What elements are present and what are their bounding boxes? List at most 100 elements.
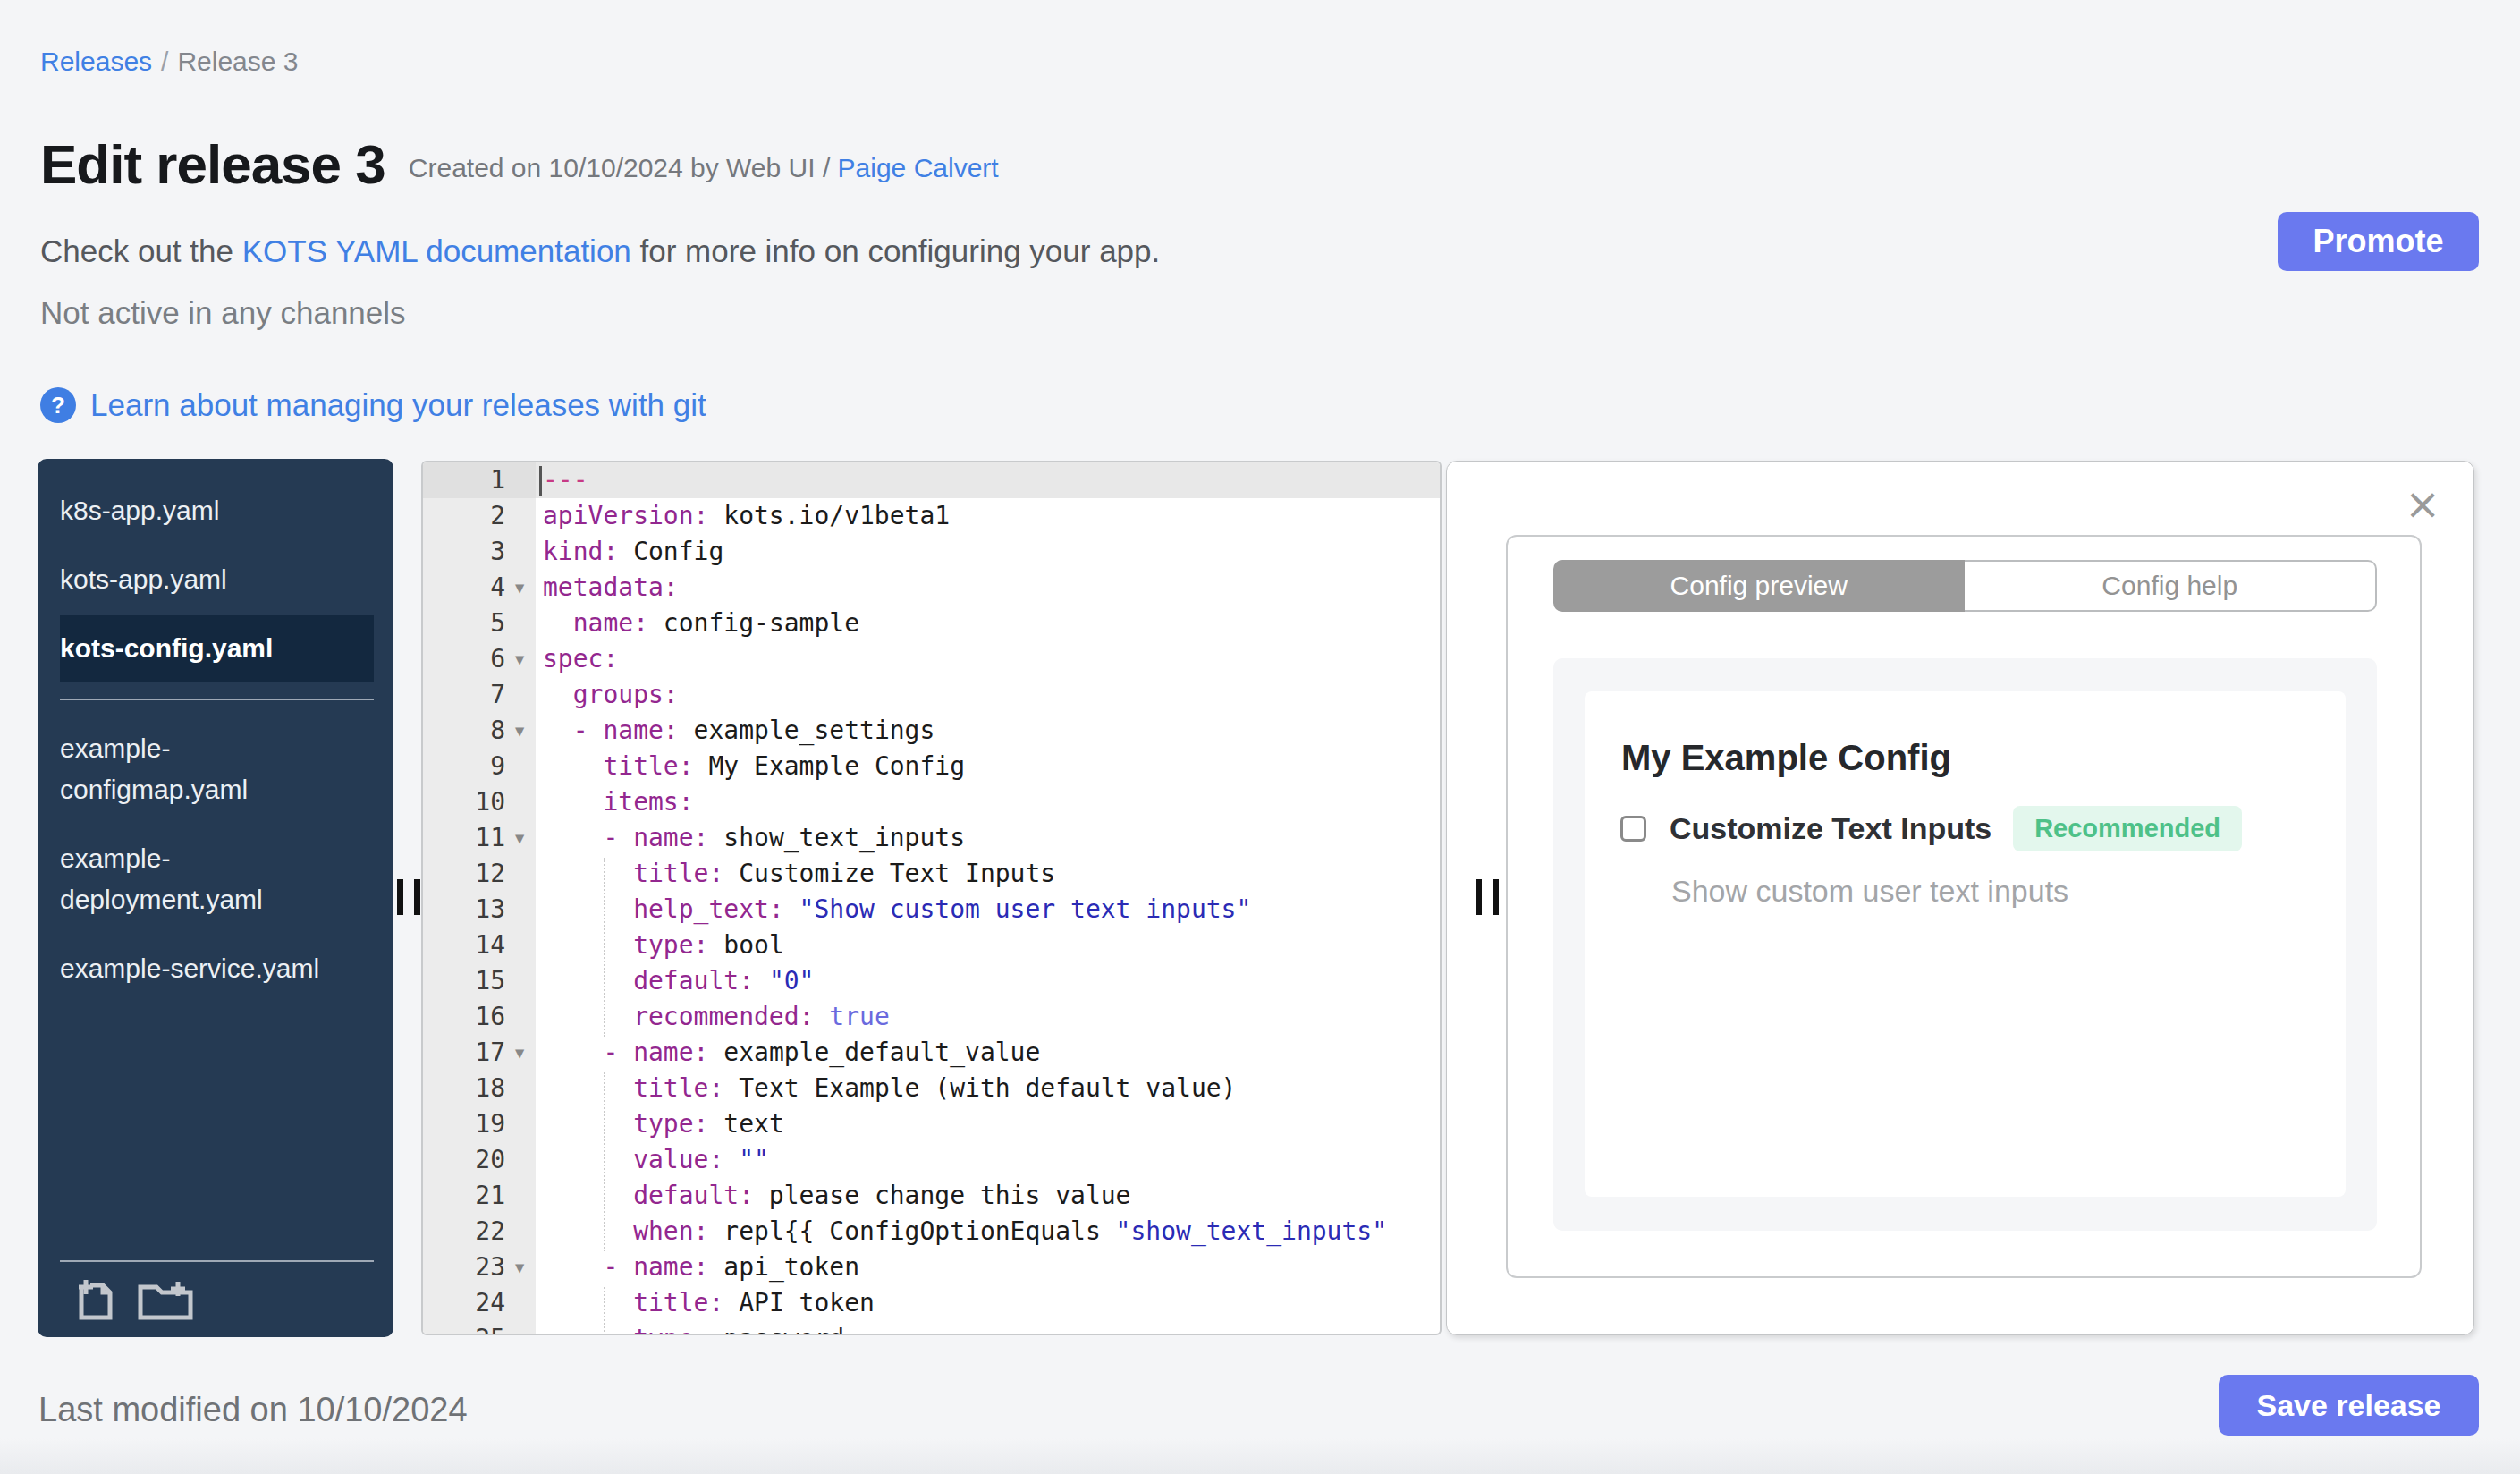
code-line-1[interactable]: 1---: [423, 462, 1440, 498]
gutter-line-number: 4▼: [423, 570, 536, 606]
config-checkbox[interactable]: [1620, 816, 1646, 842]
code-line-16[interactable]: 16 recommended: true: [423, 999, 1440, 1035]
close-icon[interactable]: ×: [2400, 481, 2445, 526]
gutter-line-number: 3: [423, 534, 536, 570]
code-line-11[interactable]: 11▼ - name: show_text_inputs: [423, 820, 1440, 856]
code-text: kind: Config: [536, 534, 723, 570]
config-preview-panel: × Config previewConfig help My Example C…: [1446, 461, 2474, 1335]
last-modified-text: Last modified on 10/10/2024: [38, 1391, 468, 1429]
code-line-14[interactable]: 14 type: bool: [423, 928, 1440, 963]
code-line-5[interactable]: 5 name: config-sample: [423, 606, 1440, 641]
code-text: help_text: "Show custom user text inputs…: [536, 892, 1251, 928]
config-card: Config previewConfig help My Example Con…: [1506, 535, 2422, 1278]
code-line-17[interactable]: 17▼ - name: example_default_value: [423, 1035, 1440, 1071]
code-text: spec:: [536, 641, 618, 677]
gutter-line-number: 6▼: [423, 641, 536, 677]
code-text: recommended: true: [536, 999, 890, 1035]
config-group-title: My Example Config: [1621, 738, 1951, 778]
sidebar-file-kots-config.yaml[interactable]: kots-config.yaml: [60, 615, 374, 682]
gutter-line-number: 24: [423, 1285, 536, 1321]
code-line-7[interactable]: 7 groups:: [423, 677, 1440, 713]
code-line-10[interactable]: 10 items:: [423, 784, 1440, 820]
code-line-19[interactable]: 19 type: text: [423, 1106, 1440, 1142]
sidebar-resize-handle[interactable]: [397, 879, 420, 915]
code-text: value: "": [536, 1142, 769, 1178]
fold-arrow-icon[interactable]: ▼: [507, 713, 532, 749]
code-line-2[interactable]: 2apiVersion: kots.io/v1beta1: [423, 498, 1440, 534]
code-text: ---: [536, 462, 588, 498]
gutter-line-number: 8▼: [423, 713, 536, 749]
new-folder-icon[interactable]: [137, 1276, 194, 1321]
code-line-24[interactable]: 24 title: API token: [423, 1285, 1440, 1321]
code-line-12[interactable]: 12 title: Customize Text Inputs: [423, 856, 1440, 892]
code-line-20[interactable]: 20 value: "": [423, 1142, 1440, 1178]
sidebar-file-kots-app.yaml[interactable]: kots-app.yaml: [60, 559, 355, 600]
config-item-label: Customize Text Inputs: [1670, 811, 1991, 846]
sidebar-footer: [60, 1260, 374, 1337]
git-help-row: ? Learn about managing your releases wit…: [40, 387, 706, 423]
promote-button[interactable]: Promote: [2278, 212, 2479, 271]
code-text: - name: api_token: [536, 1250, 859, 1285]
breadcrumb-releases-link[interactable]: Releases: [40, 47, 152, 76]
code-text: name: config-sample: [536, 606, 859, 641]
recommended-badge: Recommended: [2013, 806, 2242, 851]
sidebar-file-example-deployment.yaml[interactable]: example-deployment.yaml: [60, 838, 355, 920]
code-text: apiVersion: kots.io/v1beta1: [536, 498, 950, 534]
code-line-9[interactable]: 9 title: My Example Config: [423, 749, 1440, 784]
code-text: default: "0": [536, 963, 814, 999]
code-line-6[interactable]: 6▼spec:: [423, 641, 1440, 677]
code-line-21[interactable]: 21 default: please change this value: [423, 1178, 1440, 1214]
sidebar-file-example-service.yaml[interactable]: example-service.yaml: [60, 948, 355, 989]
gutter-line-number: 11▼: [423, 820, 536, 856]
gutter-line-number: 22: [423, 1214, 536, 1250]
fold-arrow-icon[interactable]: ▼: [507, 1035, 532, 1071]
page-title: Edit release 3: [40, 132, 385, 196]
created-info: Created on 10/10/2024 by Web UI / Paige …: [409, 153, 999, 183]
tab-config-help[interactable]: Config help: [1965, 560, 2378, 612]
fold-arrow-icon[interactable]: ▼: [507, 570, 532, 606]
code-line-22[interactable]: 22 when: repl{{ ConfigOptionEquals "show…: [423, 1214, 1440, 1250]
indent-guide: [604, 1072, 605, 1251]
gutter-line-number: 9: [423, 749, 536, 784]
question-icon: ?: [40, 387, 76, 423]
code-line-18[interactable]: 18 title: Text Example (with default val…: [423, 1071, 1440, 1106]
kots-doc-link[interactable]: KOTS YAML documentation: [242, 233, 631, 268]
code-text: - name: example_default_value: [536, 1035, 1040, 1071]
code-line-25[interactable]: 25 type: password: [423, 1321, 1440, 1335]
code-text: default: please change this value: [536, 1178, 1130, 1214]
breadcrumb-separator: /: [161, 47, 168, 76]
sidebar-file-k8s-app.yaml[interactable]: k8s-app.yaml: [60, 490, 355, 531]
gutter-line-number: 7: [423, 677, 536, 713]
code-line-8[interactable]: 8▼ - name: example_settings: [423, 713, 1440, 749]
code-text: when: repl{{ ConfigOptionEquals "show_te…: [536, 1214, 1387, 1250]
fold-arrow-icon[interactable]: ▼: [507, 1250, 532, 1285]
gutter-line-number: 19: [423, 1106, 536, 1142]
code-text: - name: example_settings: [536, 713, 934, 749]
config-help-text: Show custom user text inputs: [1671, 874, 2068, 909]
tab-config-preview[interactable]: Config preview: [1553, 560, 1965, 612]
sidebar-file-example-configmap.yaml[interactable]: example-configmap.yaml: [60, 728, 355, 810]
save-release-button[interactable]: Save release: [2219, 1375, 2479, 1436]
code-text: metadata:: [536, 570, 679, 606]
code-text: groups:: [536, 677, 679, 713]
panel-resize-handle[interactable]: [1476, 879, 1499, 915]
code-line-3[interactable]: 3kind: Config: [423, 534, 1440, 570]
author-link[interactable]: Paige Calvert: [838, 153, 999, 182]
code-text: items:: [536, 784, 694, 820]
git-help-link[interactable]: Learn about managing your releases with …: [90, 387, 706, 423]
gutter-line-number: 13: [423, 892, 536, 928]
fold-arrow-icon[interactable]: ▼: [507, 641, 532, 677]
code-line-13[interactable]: 13 help_text: "Show custom user text inp…: [423, 892, 1440, 928]
new-file-icon[interactable]: [76, 1276, 115, 1321]
indent-guide: [604, 1287, 605, 1335]
config-tabs: Config previewConfig help: [1553, 560, 2377, 612]
code-editor[interactable]: 1---2apiVersion: kots.io/v1beta13kind: C…: [421, 461, 1442, 1335]
code-line-4[interactable]: 4▼metadata:: [423, 570, 1440, 606]
doc-info-pre: Check out the: [40, 233, 242, 268]
code-line-15[interactable]: 15 default: "0": [423, 963, 1440, 999]
gutter-line-number: 23▼: [423, 1250, 536, 1285]
code-line-23[interactable]: 23▼ - name: api_token: [423, 1250, 1440, 1285]
fold-arrow-icon[interactable]: ▼: [507, 820, 532, 856]
gutter-line-number: 17▼: [423, 1035, 536, 1071]
gutter-line-number: 15: [423, 963, 536, 999]
